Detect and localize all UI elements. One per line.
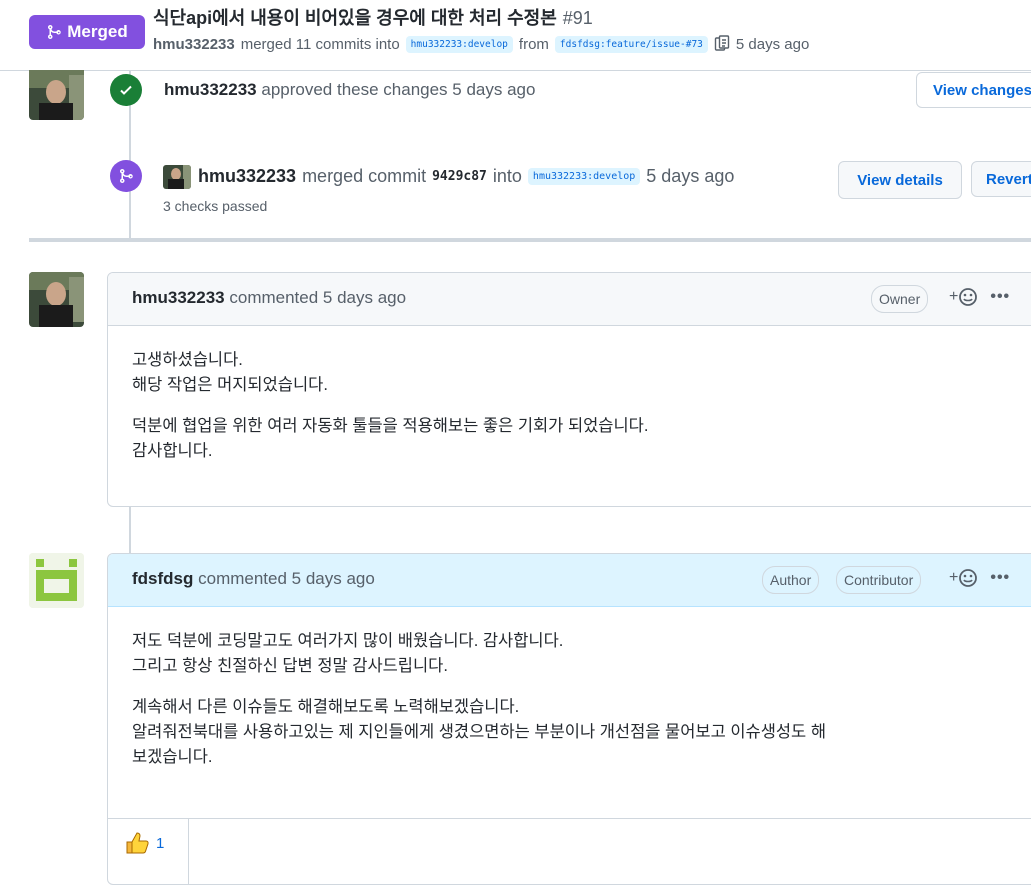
git-merge-icon <box>48 24 62 40</box>
comment-line: 덕분에 협업을 위한 여러 자동화 툴들을 적용해보는 좋은 기회가 되었습니다… <box>132 417 649 435</box>
comment-timestamp[interactable]: commented 5 days ago <box>198 569 375 588</box>
merger-link[interactable]: hmu332233 <box>198 166 296 187</box>
comment-paragraph: 저도 덕분에 코딩말고도 여러가지 많이 배웠습니다. 감사합니다. 그리고 항… <box>132 629 1024 679</box>
comment-paragraph: 고생하셨습니다. 해당 작업은 머지되었습니다. <box>132 348 1024 398</box>
pr-meta: hmu332233 merged 11 commits into hmu3322… <box>153 35 809 53</box>
comment-body: 저도 덕분에 코딩말고도 여러가지 많이 배웠습니다. 감사합니다. 그리고 항… <box>108 607 1031 770</box>
comment-line: 저도 덕분에 코딩말고도 여러가지 많이 배웠습니다. 감사합니다. <box>132 632 564 650</box>
author-role-badge: Author <box>762 566 820 594</box>
owner-role-badge: Owner <box>871 285 929 313</box>
kebab-horizontal-icon[interactable]: ••• <box>990 288 1010 306</box>
comment-author-link[interactable]: fdsfdsg <box>132 569 193 588</box>
comment-line: 고생하셨습니다. <box>132 351 243 369</box>
merge-target-branch[interactable]: hmu332233:develop <box>527 168 641 185</box>
merge-time: 5 days ago <box>646 166 735 186</box>
comment-author-link[interactable]: hmu332233 <box>132 288 225 307</box>
add-reaction-button[interactable]: + <box>949 568 978 588</box>
avatar-hmu332233[interactable] <box>29 272 84 327</box>
approval-text: approved these changes 5 days ago <box>261 80 536 99</box>
pr-merger-link[interactable]: hmu332233 <box>153 36 235 53</box>
merged-status-badge: Merged <box>29 15 145 49</box>
copy-branch-icon[interactable] <box>714 35 730 53</box>
comment-line: 감사합니다. <box>132 442 213 460</box>
approval-event: hmu332233 approved these changes 5 days … <box>164 80 535 100</box>
comment-header: fdsfdsg commented 5 days ago Author Cont… <box>108 554 1031 607</box>
avatar-fdsfdsg[interactable] <box>29 553 84 608</box>
reaction-count: 1 <box>156 834 165 852</box>
view-details-button[interactable]: View details <box>838 161 962 199</box>
git-merge-icon <box>120 168 133 184</box>
comment-line: 그리고 항상 친절하신 답변 정말 감사드립니다. <box>132 657 448 675</box>
avatar-photo <box>163 165 191 189</box>
reaction-thumbs-up[interactable]: 1 <box>124 830 164 856</box>
avatar-photo <box>29 272 84 327</box>
merge-into: into <box>492 166 522 186</box>
head-branch-label[interactable]: fdsfdsg:feature/issue-#73 <box>554 35 708 53</box>
checks-summary: 3 checks passed <box>163 198 268 214</box>
identicon <box>29 553 84 608</box>
merger-small-avatar[interactable] <box>163 165 191 189</box>
reaction-separator <box>188 818 189 884</box>
timeline-divider <box>29 238 1031 242</box>
comment-paragraph: 계속해서 다른 이슈들도 해결해보도록 노력해보겠습니다. 알려줘전북대를 사용… <box>132 695 1024 770</box>
pr-number: #91 <box>562 8 593 28</box>
merge-event: hmu332233 merged commit 9429c87 into hmu… <box>198 166 734 187</box>
pr-meta-action: merged 11 commits into <box>240 35 400 53</box>
comment-line: 알려줘전북대를 사용하고있는 제 지인들에게 생겼으면하는 부분이나 개선점을 … <box>132 723 826 741</box>
commit-sha-link[interactable]: 9429c87 <box>432 169 487 184</box>
revert-button[interactable]: Revert <box>971 161 1031 197</box>
reactions-divider <box>108 818 1031 819</box>
approver-link[interactable]: hmu332233 <box>164 80 257 99</box>
smiley-icon <box>959 569 978 587</box>
thumbs-up-icon <box>126 832 149 854</box>
approved-badge <box>110 74 142 106</box>
comment-timestamp[interactable]: commented 5 days ago <box>229 288 406 307</box>
comment-header-text: hmu332233 commented 5 days ago <box>132 288 406 308</box>
comment-line: 계속해서 다른 이슈들도 해결해보도록 노력해보겠습니다. <box>132 698 520 716</box>
comment-line: 보겠습니다. <box>132 748 213 766</box>
comment-body: 고생하셨습니다. 해당 작업은 머지되었습니다. 덕분에 협업을 위한 여러 자… <box>108 326 1031 464</box>
comment-paragraph: 덕분에 협업을 위한 여러 자동화 툴들을 적용해보는 좋은 기회가 되었습니다… <box>132 414 1024 464</box>
comment-header: hmu332233 commented 5 days ago Owner + •… <box>108 273 1031 326</box>
comment-header-text: fdsfdsg commented 5 days ago <box>132 569 375 589</box>
pr-meta-time: 5 days ago <box>735 35 810 53</box>
smiley-icon <box>959 288 978 306</box>
merged-status-label: Merged <box>67 22 128 41</box>
comment-card: fdsfdsg commented 5 days ago Author Cont… <box>107 553 1031 885</box>
comment-line: 해당 작업은 머지되었습니다. <box>132 376 328 394</box>
add-reaction-button[interactable]: + <box>949 287 978 307</box>
pr-title-text: 식단api에서 내용이 비어있을 경우에 대한 처리 수정본 <box>153 8 557 28</box>
pr-sticky-header: Merged 식단api에서 내용이 비어있을 경우에 대한 처리 수정본 #91… <box>0 0 1031 71</box>
check-icon <box>120 85 132 95</box>
comment-header-actions: + ••• <box>949 287 1010 307</box>
avatar-hmu332233[interactable] <box>29 70 84 120</box>
merged-commit-badge <box>110 160 142 192</box>
pr-title: 식단api에서 내용이 비어있을 경우에 대한 처리 수정본 #91 <box>153 4 593 30</box>
view-changes-button[interactable]: View changes <box>916 72 1031 108</box>
kebab-horizontal-icon[interactable]: ••• <box>990 569 1010 587</box>
contributor-role-badge: Contributor <box>836 566 922 594</box>
timeline-line <box>129 505 131 553</box>
base-branch-label[interactable]: hmu332233:develop <box>405 35 513 53</box>
avatar-photo <box>29 70 84 120</box>
comment-card: hmu332233 commented 5 days ago Owner + •… <box>107 272 1031 507</box>
comment-header-actions: + ••• <box>949 568 1010 588</box>
pr-meta-from: from <box>518 35 549 53</box>
merge-action: merged commit <box>302 166 427 186</box>
